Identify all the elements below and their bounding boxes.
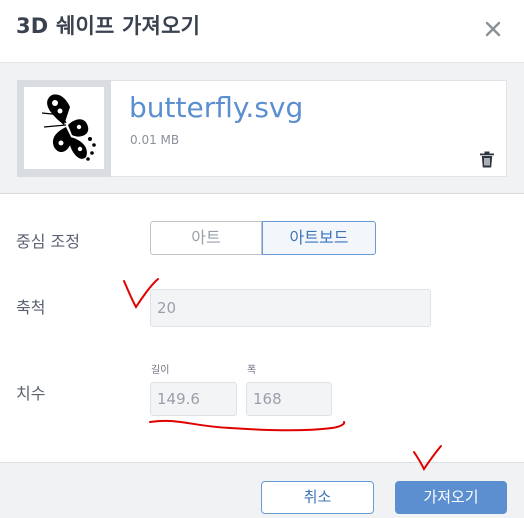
trash-icon[interactable]: [479, 151, 495, 168]
dialog-footer: 취소 가져오기: [0, 462, 524, 518]
width-label: 폭: [247, 365, 257, 376]
thumbnail-canvas: [24, 87, 104, 169]
scale-label: 축척: [16, 298, 46, 317]
import-button[interactable]: 가져오기: [395, 481, 507, 514]
file-size: 0.01 MB: [130, 133, 180, 147]
dialog-title: 3D 쉐이프 가져오기: [16, 14, 201, 38]
length-label: 길이: [151, 365, 170, 376]
close-icon[interactable]: [484, 20, 502, 38]
file-area: butterfly.svg 0.01 MB: [0, 62, 524, 194]
center-option-artboard[interactable]: 아트보드: [262, 221, 376, 255]
import-3d-shape-dialog: 3D 쉐이프 가져오기 butterfly.svg 0.01 MB 중심 조정 …: [0, 0, 524, 518]
file-thumbnail: [17, 80, 111, 177]
cancel-button[interactable]: 취소: [261, 481, 374, 514]
annotation-underline-dimensions: [149, 419, 346, 432]
center-option-art[interactable]: 아트: [150, 221, 262, 255]
scale-input[interactable]: 20: [150, 289, 431, 327]
length-input[interactable]: 149.6: [150, 382, 237, 416]
butterfly-thumbnail: [41, 94, 96, 161]
file-name: butterfly.svg: [129, 91, 304, 124]
width-input[interactable]: 168: [246, 382, 332, 416]
center-label: 중심 조정: [16, 232, 80, 251]
dimensions-label: 치수: [16, 384, 46, 403]
file-card: butterfly.svg 0.01 MB: [17, 80, 507, 177]
